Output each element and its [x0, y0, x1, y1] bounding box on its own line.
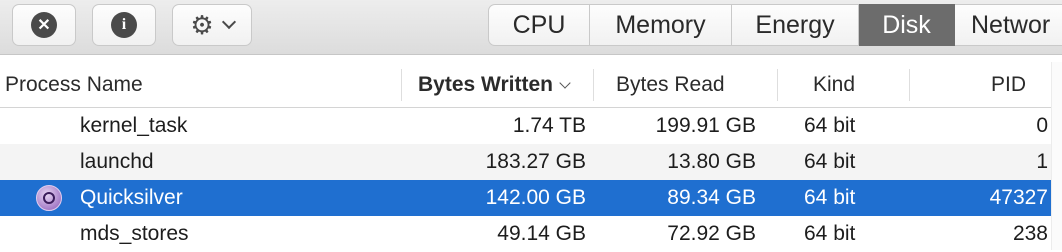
tab-network[interactable]: Networ	[955, 4, 1062, 46]
bytes-read-value: 13.80 GB	[667, 150, 756, 173]
bytes-read-value: 72.92 GB	[667, 222, 756, 245]
tab-energy[interactable]: Energy	[732, 4, 859, 46]
tab-memory[interactable]: Memory	[590, 4, 732, 46]
app-icon-mark	[43, 192, 55, 204]
pid-value: 47327	[989, 186, 1048, 209]
chevron-down-icon	[221, 14, 236, 30]
table-row[interactable]: launchd 183.27 GB 13.80 GB 64 bit 1	[0, 144, 1062, 180]
column-label: Kind	[813, 72, 856, 96]
inspect-process-button[interactable]: i	[92, 4, 156, 46]
gear-icon: ⚙	[190, 10, 214, 40]
bytes-written-value: 183.27 GB	[485, 150, 586, 173]
column-header-bytes-written[interactable]: Bytes Written	[418, 62, 592, 107]
process-name: launchd	[80, 150, 154, 173]
column-label: Bytes Written	[418, 72, 553, 96]
process-name: mds_stores	[80, 222, 189, 245]
bytes-written-value: 49.14 GB	[497, 222, 586, 245]
column-divider[interactable]	[401, 69, 402, 101]
pid-value: 238	[1012, 222, 1048, 245]
kind-value: 64 bit	[804, 186, 856, 209]
column-divider[interactable]	[777, 69, 778, 101]
kind-value: 64 bit	[804, 222, 856, 245]
bytes-read-value: 199.91 GB	[655, 114, 756, 137]
sort-descending-icon	[559, 76, 571, 89]
bytes-read-value: 89.34 GB	[667, 186, 756, 209]
quit-process-button[interactable]: ✕	[12, 4, 76, 46]
column-divider[interactable]	[593, 69, 594, 101]
column-header-kind[interactable]: Kind	[813, 62, 903, 107]
pid-value: 0	[1036, 114, 1048, 137]
vertical-scrollbar[interactable]	[1051, 62, 1062, 250]
action-menu-button[interactable]: ⚙	[172, 4, 252, 46]
bytes-written-value: 1.74 TB	[512, 114, 586, 137]
kind-value: 64 bit	[804, 114, 856, 137]
x-circle-icon: ✕	[31, 12, 57, 38]
table-row-selected[interactable]: Quicksilver 142.00 GB 89.34 GB 64 bit 47…	[0, 180, 1062, 216]
tab-cpu[interactable]: CPU	[488, 4, 590, 46]
toolbar: ✕ i ⚙ CPU Memory Energy Disk Networ	[0, 0, 1062, 55]
tab-disk[interactable]: Disk	[859, 4, 955, 46]
process-name: kernel_task	[80, 114, 188, 137]
column-label: PID	[990, 72, 1026, 96]
pid-value: 1	[1036, 150, 1048, 173]
column-label: Process Name	[5, 72, 143, 96]
tab-bar: CPU Memory Energy Disk Networ	[488, 4, 1062, 46]
column-header-process-name[interactable]: Process Name	[5, 62, 400, 107]
table-row[interactable]: kernel_task 1.74 TB 199.91 GB 64 bit 0	[0, 108, 1062, 144]
column-header-pid[interactable]: PID	[910, 62, 1026, 107]
table-row[interactable]: mds_stores 49.14 GB 72.92 GB 64 bit 238	[0, 216, 1062, 252]
column-header-bytes-read[interactable]: Bytes Read	[616, 62, 776, 107]
bytes-written-value: 142.00 GB	[485, 186, 586, 209]
quicksilver-app-icon	[36, 185, 62, 211]
kind-value: 64 bit	[804, 150, 856, 173]
column-label: Bytes Read	[616, 72, 725, 96]
process-name: Quicksilver	[80, 186, 183, 209]
table-header: Process Name Bytes Written Bytes Read Ki…	[0, 62, 1062, 108]
info-circle-icon: i	[111, 12, 137, 38]
